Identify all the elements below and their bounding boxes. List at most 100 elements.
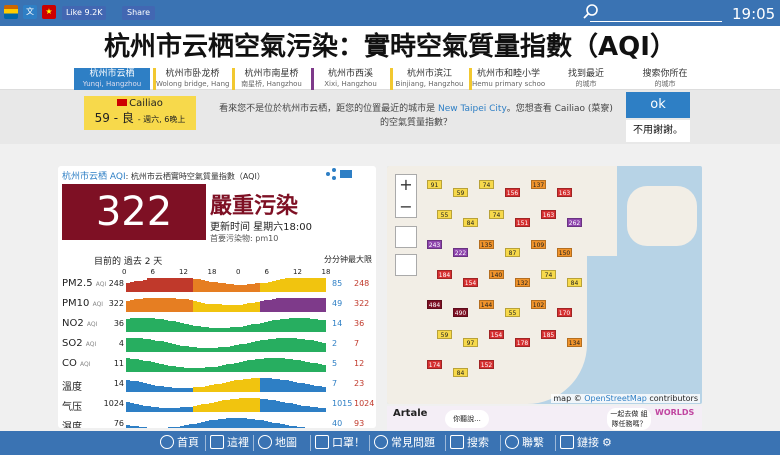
station-marker[interactable]: 156	[505, 188, 520, 197]
history-bars[interactable]	[126, 336, 327, 352]
history-bars[interactable]	[126, 376, 327, 392]
zoom-out-button[interactable]: −	[396, 197, 416, 219]
station-marker[interactable]: 84	[463, 218, 478, 227]
nav-item[interactable]: 地圖	[258, 434, 297, 452]
facebook-like-button[interactable]: Like 9.2K	[62, 6, 107, 20]
nearest-city-link[interactable]: New Taipei City	[438, 104, 507, 114]
station-marker[interactable]: 222	[453, 248, 468, 257]
history-bars[interactable]	[126, 316, 327, 332]
nav-item[interactable]: 首頁	[160, 434, 199, 452]
facebook-share-button[interactable]: Share	[122, 6, 156, 20]
tab-station-2[interactable]: 杭州市南星桥 南星桥, Hangzhou	[232, 68, 308, 90]
china-flag-icon[interactable]: ★	[42, 5, 56, 19]
station-marker[interactable]: 59	[453, 188, 468, 197]
station-marker[interactable]: 163	[557, 188, 572, 197]
translate-icon[interactable]: 文	[23, 5, 37, 19]
station-marker[interactable]: 59	[437, 330, 452, 339]
station-marker[interactable]: 55	[437, 210, 452, 219]
nav-item[interactable]: 鏈接	[560, 434, 599, 452]
nearest-city-card[interactable]: Cailiao 59 - 良 - 週六, 6晚上	[84, 96, 196, 130]
station-marker[interactable]: 150	[557, 248, 572, 257]
pollutant-row[interactable]: 气压 1024 1015 1024	[62, 396, 374, 414]
station-marker[interactable]: 163	[541, 210, 556, 219]
station-marker[interactable]: 109	[531, 240, 546, 249]
station-marker[interactable]: 84	[567, 278, 582, 287]
station-marker[interactable]: 184	[437, 270, 452, 279]
zoom-in-button[interactable]: +	[396, 175, 416, 197]
station-marker[interactable]: 91	[427, 180, 442, 189]
hour-tick: 18	[207, 268, 217, 276]
station-marker[interactable]: 151	[515, 218, 530, 227]
pollutant-row[interactable]: SO2 AQI 4 2 7	[62, 336, 374, 354]
station-marker[interactable]: 132	[515, 278, 530, 287]
nav-item[interactable]: 聯繫	[505, 434, 544, 452]
fullscreen-icon[interactable]	[395, 226, 417, 248]
pollutant-row[interactable]: 濕度 76 40 93	[62, 416, 374, 428]
history-bars[interactable]	[126, 416, 326, 428]
station-marker[interactable]: 152	[479, 360, 494, 369]
home-icon	[160, 435, 174, 449]
pollutant-name: 濕度	[62, 422, 82, 428]
station-marker[interactable]: 490	[453, 308, 468, 317]
osm-link[interactable]: OpenStreetMap	[584, 394, 647, 403]
ok-button[interactable]: ok	[626, 92, 690, 118]
station-marker[interactable]: 74	[541, 270, 556, 279]
tab-station-0[interactable]: 杭州市云栖 Yunqi, Hangzhou	[74, 68, 150, 90]
nav-item[interactable]: 這裡	[210, 434, 249, 452]
no-thanks-button[interactable]: 不用謝謝。	[626, 120, 690, 142]
settings-icon[interactable]: ⚙	[602, 434, 612, 452]
station-marker[interactable]: 243	[427, 240, 442, 249]
pollutant-row[interactable]: PM2.5 AQI 248 85 248	[62, 276, 374, 294]
search-input[interactable]	[590, 6, 722, 22]
tab-station-6[interactable]: 找到最近 的城市	[548, 68, 624, 90]
share-icon[interactable]	[324, 168, 354, 180]
tab-station-4[interactable]: 杭州市滨江 Binjiang, Hangzhou	[390, 68, 466, 90]
tab-station-1[interactable]: 杭州市卧龙桥 Wolong bridge, Hang	[153, 68, 229, 90]
max-value: 12	[354, 359, 365, 368]
station-marker[interactable]: 140	[489, 270, 504, 279]
station-marker[interactable]: 154	[463, 278, 478, 287]
history-bars[interactable]	[126, 396, 327, 412]
history-bars[interactable]	[126, 356, 327, 372]
history-bars[interactable]	[126, 296, 327, 312]
tab-station-7[interactable]: 搜索你所在 的城市	[627, 68, 703, 90]
history-bars[interactable]	[126, 276, 327, 292]
advertisement[interactable]: Artale 你聽說... 一起去做 組隊任務嗎？ WORLDS	[387, 406, 702, 430]
station-marker[interactable]: 74	[479, 180, 494, 189]
language-flag-icon[interactable]	[4, 5, 18, 19]
station-marker[interactable]: 134	[567, 338, 582, 347]
station-marker[interactable]: 74	[489, 210, 504, 219]
station-marker[interactable]: 484	[427, 300, 442, 309]
station-marker[interactable]: 84	[453, 368, 468, 377]
pollutant-label: SO2 AQI	[62, 338, 96, 349]
nav-item[interactable]: 常見問題	[374, 434, 435, 452]
station-marker[interactable]: 262	[567, 218, 582, 227]
station-marker[interactable]: 87	[505, 248, 520, 257]
station-marker[interactable]: 97	[463, 338, 478, 347]
current-value: 1024	[103, 399, 124, 408]
locate-icon[interactable]	[395, 254, 417, 276]
station-marker[interactable]: 170	[557, 308, 572, 317]
tab-station-3[interactable]: 杭州市西溪 Xixi, Hangzhou	[311, 68, 387, 90]
station-marker[interactable]: 185	[541, 330, 556, 339]
pollutant-row[interactable]: NO2 AQI 36 14 36	[62, 316, 374, 334]
station-marker[interactable]: 137	[531, 180, 546, 189]
station-marker[interactable]: 178	[515, 338, 530, 347]
nav-item[interactable]: 口罩！	[315, 434, 365, 452]
station-marker[interactable]: 144	[479, 300, 494, 309]
pollutant-row[interactable]: 溫度 14 7 23	[62, 376, 374, 394]
nearest-city-notice: Cailiao 59 - 良 - 週六, 6晚上 看來您不是位於杭州市云栖，距您…	[0, 90, 780, 144]
history-bar	[322, 278, 327, 292]
station-marker[interactable]: 174	[427, 360, 442, 369]
station-marker[interactable]: 154	[489, 330, 504, 339]
nav-item[interactable]: 搜索	[450, 434, 489, 452]
station-marker[interactable]: 102	[531, 300, 546, 309]
station-marker[interactable]: 135	[479, 240, 494, 249]
station-marker[interactable]: 55	[505, 308, 520, 317]
location-icon	[210, 435, 224, 449]
hour-tick: 6	[264, 268, 269, 276]
pollutant-row[interactable]: CO AQI 11 5 12	[62, 356, 374, 374]
aqi-map[interactable]: + − 91 59 74 156 137 163 55 84 74 151 163 262 243 222 1…	[387, 166, 702, 404]
tab-station-5[interactable]: 杭州市和睦小学 Hemu primary schoo	[469, 68, 545, 90]
pollutant-row[interactable]: PM10 AQI 322 49 322	[62, 296, 374, 314]
